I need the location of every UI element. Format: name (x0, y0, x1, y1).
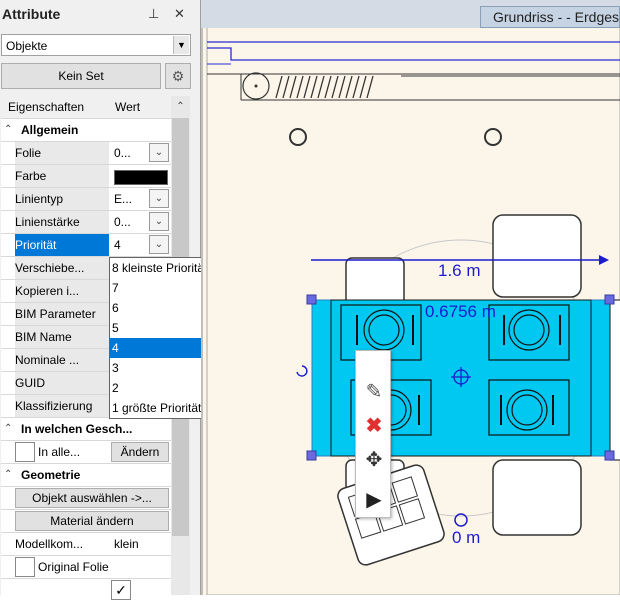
color-swatch[interactable] (114, 170, 168, 185)
grid-header: Eigenschaften Wert (1, 96, 171, 119)
scroll-up-icon[interactable]: ⌃ (171, 96, 190, 118)
property-label: GUID (15, 372, 109, 394)
tab-grundriss[interactable]: Grundriss - - Erdgeschoss (480, 6, 620, 28)
property-row-farbe[interactable]: Farbe (1, 165, 171, 188)
property-row-prioritaet[interactable]: Priorität 4 ⌄ (1, 234, 171, 257)
property-label: Original Folie (38, 560, 109, 574)
property-label: Priorität (15, 234, 109, 256)
close-icon[interactable]: ✕ (174, 6, 185, 22)
floor-plan-drawing (201, 5, 620, 595)
property-label: BIM Parameter (15, 303, 109, 325)
select-object-button[interactable]: Objekt auswählen ->... (15, 488, 169, 508)
property-row-linientyp[interactable]: Linientyp E... ⌄ (1, 188, 171, 211)
section-label: Geometrie (21, 468, 81, 482)
set-button[interactable]: Kein Set (1, 63, 161, 89)
property-row-linienstaerke[interactable]: Linienstärke 0... ⌄ (1, 211, 171, 234)
column-header-value: Wert (115, 100, 141, 114)
property-label: Modellkom... (15, 533, 109, 555)
context-toolbar: ✎ ✖ ✥ ▶ (355, 350, 391, 518)
object-type-combo[interactable]: Objekte ▼ (1, 34, 191, 56)
pencil-icon[interactable]: ✎ (361, 379, 387, 405)
gear-icon[interactable]: ⚙ (165, 63, 191, 89)
collapse-icon[interactable]: ⌃ (4, 119, 12, 141)
checkbox[interactable] (15, 442, 35, 462)
section-general[interactable]: ⌃ Allgemein (1, 119, 171, 142)
object-type-value: Objekte (6, 39, 48, 53)
move-icon[interactable]: ✥ (361, 447, 387, 473)
section-geometry[interactable]: ⌃ Geometrie (1, 464, 171, 487)
change-material-button[interactable]: Material ändern (15, 511, 169, 531)
property-row-folie[interactable]: Folie 0... ⌄ (1, 142, 171, 165)
property-label: Linientyp (15, 188, 109, 210)
section-label: In welchen Gesch... (21, 422, 133, 436)
property-label: In alle... (38, 445, 81, 459)
dimension-width-label[interactable]: 1.6 m (438, 261, 481, 281)
property-label: Nominale ... (15, 349, 109, 371)
property-label: BIM Name (15, 326, 109, 348)
chevron-down-icon[interactable]: ⌄ (149, 235, 169, 254)
collapse-icon[interactable]: ⌃ (4, 418, 12, 440)
property-label: Farbe (15, 165, 109, 187)
property-label: Folie (15, 142, 109, 164)
chevron-down-icon[interactable]: ▼ (173, 36, 189, 54)
pin-icon[interactable]: ⊥ (148, 6, 159, 22)
collapse-icon[interactable]: ⌃ (4, 464, 12, 486)
chevron-down-icon[interactable]: ⌄ (149, 143, 169, 162)
property-row-material[interactable]: Material ändern (1, 510, 171, 533)
checkmark-icon[interactable]: ✓ (111, 580, 131, 600)
property-row-original-folie[interactable]: Original Folie (1, 556, 171, 579)
property-row-in-alle[interactable]: In alle... Ändern (1, 441, 171, 464)
delete-icon[interactable]: ✖ (361, 413, 387, 439)
property-row-checked[interactable]: ✓ (1, 579, 171, 602)
property-value[interactable]: klein (111, 533, 171, 555)
property-label: Klassifizierung (15, 395, 109, 417)
floor-plan-canvas[interactable] (201, 0, 620, 595)
property-label: Kopieren i... (15, 280, 109, 302)
property-row-objekt-auswaehlen[interactable]: Objekt auswählen ->... (1, 487, 171, 510)
chevron-down-icon[interactable]: ⌄ (149, 212, 169, 231)
property-label: Linienstärke (15, 211, 109, 233)
section-label: Allgemein (21, 123, 79, 137)
panel-title: Attribute (2, 6, 61, 22)
chevron-down-icon[interactable]: ⌄ (149, 189, 169, 208)
property-label: Verschiebe... (15, 257, 109, 279)
checkbox[interactable] (15, 557, 35, 577)
column-header-properties: Eigenschaften (8, 100, 85, 114)
change-button[interactable]: Ändern (111, 442, 169, 462)
property-row-modellkom[interactable]: Modellkom... klein (1, 533, 171, 556)
dimension-rotation-label[interactable]: 0 m (452, 528, 480, 548)
section-floors[interactable]: ⌃ In welchen Gesch... (1, 418, 171, 441)
play-icon[interactable]: ▶ (361, 487, 387, 513)
dimension-depth-label[interactable]: 0.6756 m (425, 302, 496, 322)
